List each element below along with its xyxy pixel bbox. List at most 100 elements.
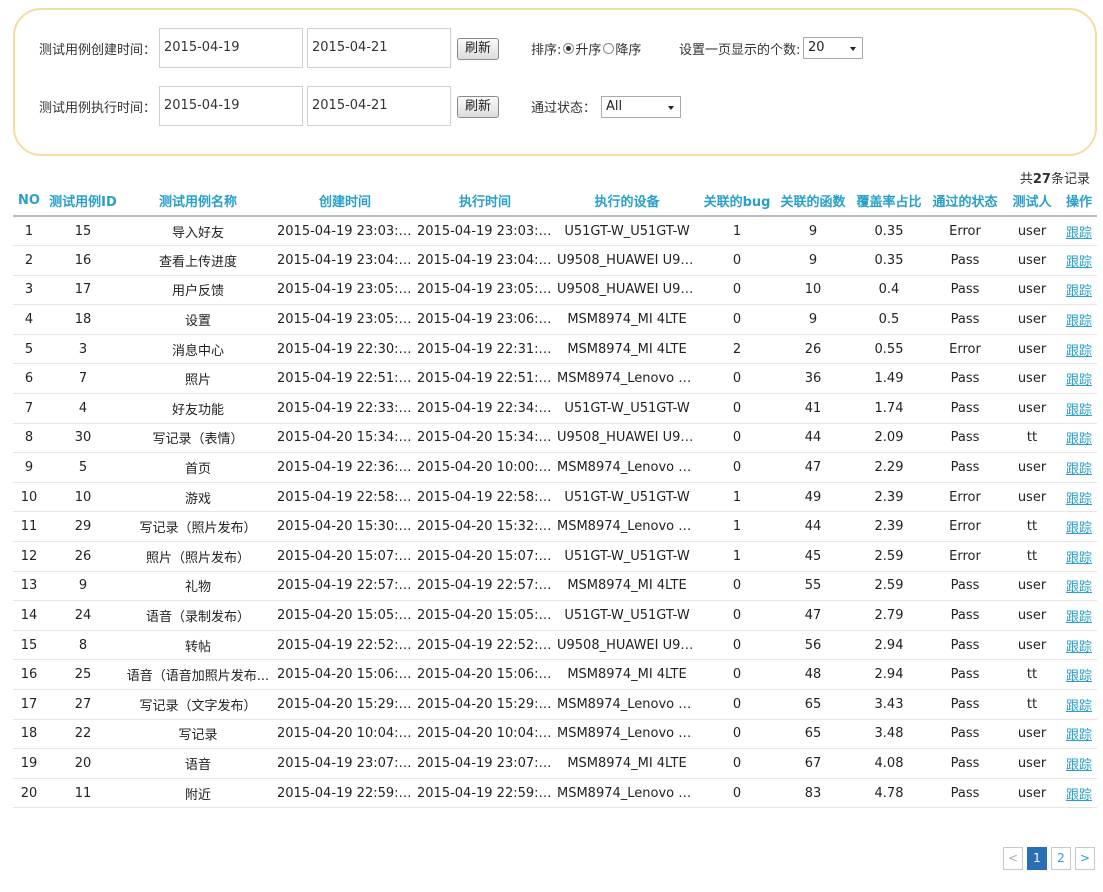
table-cell: 19 [13,748,45,779]
sort-desc-label[interactable]: 降序 [615,39,641,58]
table-cell: 2.94 [851,630,927,661]
executed-time-label: 测试用例执行时间： [39,100,157,116]
sort-asc-label[interactable]: 升序 [575,39,601,58]
table-cell: 2015-04-20 15:06:27 [275,659,415,690]
track-link[interactable]: 跟踪 [1061,334,1097,365]
table-row: 20 11 附近 2015-04-19 22:59:50 2015-04-19 22:5… [13,778,1097,809]
table-cell: user [1003,630,1061,661]
table-cell: 2015-04-20 10:00:51 [415,452,555,483]
page-button-1[interactable]: 1 [1027,847,1047,870]
table-cell: 2015-04-19 22:51:54 [415,363,555,395]
table-cell: tt [1003,659,1061,690]
table-cell: Pass [927,452,1003,483]
table-cell: 83 [775,778,851,809]
page-size-select[interactable]: 20 [803,37,863,59]
track-link[interactable]: 跟踪 [1061,363,1097,395]
table-cell: Error [927,482,1003,513]
track-link[interactable]: 跟踪 [1061,541,1097,572]
table-cell: 48 [775,659,851,690]
table-cell: 2015-04-19 22:57:21 [275,571,415,602]
table-cell: user [1003,334,1061,365]
table-cell: 8 [13,423,45,454]
track-link[interactable]: 跟踪 [1061,511,1097,543]
table-cell: 2015-04-20 10:04:07 [275,719,415,750]
executed-to-input[interactable]: 2015-04-21 [307,86,451,126]
table-cell: 2.59 [851,541,927,572]
executed-refresh-button[interactable]: 刷新 [457,96,499,118]
table-cell: 4 [13,304,45,335]
table-cell: 15 [45,216,121,247]
page-button-2[interactable]: 2 [1051,847,1071,870]
status-select[interactable]: All [601,96,681,118]
track-link[interactable]: 跟踪 [1061,482,1097,513]
table-cell: 2.94 [851,659,927,690]
track-link[interactable]: 跟踪 [1061,719,1097,750]
track-link[interactable]: 跟踪 [1061,452,1097,483]
track-link[interactable]: 跟踪 [1061,304,1097,335]
table-cell: 0 [699,245,775,276]
table-cell: 2015-04-20 15:30:43 [275,511,415,543]
table-cell: Pass [927,659,1003,690]
table-cell: 11 [13,511,45,543]
table-cell: 18 [45,304,121,335]
track-link[interactable]: 跟踪 [1061,748,1097,779]
table-cell: MSM8974_MI 4LTE [555,334,699,365]
table-cell: 29 [45,511,121,543]
table-cell: 0 [699,719,775,750]
table-cell: user [1003,393,1061,424]
created-from-input[interactable]: 2015-04-19 [159,28,303,68]
table-cell: Error [927,334,1003,365]
created-to-input[interactable]: 2015-04-21 [307,28,451,68]
table-cell: 2015-04-19 22:36:54 [275,452,415,483]
sort-asc-radio[interactable] [563,43,575,54]
table-cell: user [1003,719,1061,750]
table-cell: MSM8974_MI 4LTE [555,304,699,335]
table-cell: 写记录 [121,719,275,750]
column-header: NO [13,186,45,217]
table-cell: 0 [699,452,775,483]
track-link[interactable]: 跟踪 [1061,245,1097,276]
column-header: 创建时间 [275,186,415,217]
table-cell: 17 [13,689,45,720]
track-link[interactable]: 跟踪 [1061,216,1097,247]
track-link[interactable]: 跟踪 [1061,393,1097,424]
table-cell: 27 [45,689,121,720]
track-link[interactable]: 跟踪 [1061,659,1097,690]
track-link[interactable]: 跟踪 [1061,778,1097,809]
table-cell: 44 [775,511,851,543]
track-link[interactable]: 跟踪 [1061,600,1097,631]
track-link[interactable]: 跟踪 [1061,571,1097,602]
track-link[interactable]: 跟踪 [1061,423,1097,454]
table-cell: 0 [699,748,775,779]
page-size-value: 20 [808,40,825,55]
table-cell: 20 [45,748,121,779]
next-page-button[interactable]: > [1075,847,1095,870]
table-cell: 12 [13,541,45,572]
track-link[interactable]: 跟踪 [1061,275,1097,306]
table-row: 3 17 用户反馈 2015-04-19 23:05:16 2015-04-19 23:… [13,275,1097,306]
table-cell: MSM8974_Lenovo K... [555,452,699,483]
table-cell: 10 [13,482,45,513]
table-cell: 4.78 [851,778,927,809]
track-link[interactable]: 跟踪 [1061,630,1097,661]
table-cell: 1 [699,216,775,247]
table-cell: tt [1003,689,1061,720]
sort-desc-radio[interactable] [603,43,615,54]
prev-page-button[interactable]: < [1003,847,1023,870]
table-cell: 首页 [121,452,275,483]
created-refresh-button[interactable]: 刷新 [457,38,499,60]
table-cell: 2015-04-19 22:34:02 [415,393,555,424]
table-cell: Pass [927,748,1003,779]
table-cell: user [1003,304,1061,335]
table-cell: 5 [45,452,121,483]
track-link[interactable]: 跟踪 [1061,689,1097,720]
column-header: 测试用例名称 [121,186,275,217]
column-header: 覆盖率占比 [851,186,927,217]
table-cell: 设置 [121,304,275,335]
column-header: 测试人 [1003,186,1061,217]
table-cell: 0.55 [851,334,927,365]
executed-from-input[interactable]: 2015-04-19 [159,86,303,126]
table-cell: user [1003,571,1061,602]
column-header: 操作 [1061,186,1097,217]
table-cell: 13 [13,571,45,602]
